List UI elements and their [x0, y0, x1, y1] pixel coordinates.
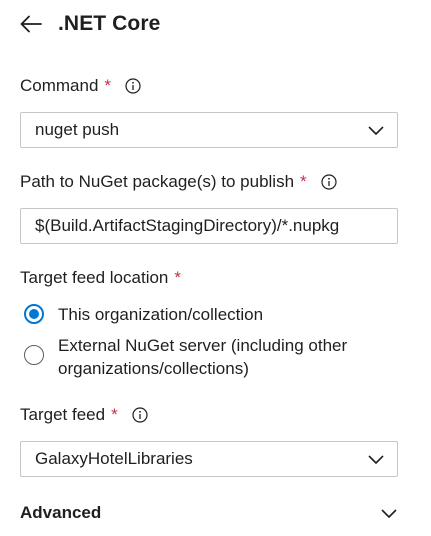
panel-header: .NET Core: [20, 8, 160, 40]
chevron-down-icon: [380, 504, 398, 522]
target-feed-label: Target feed: [20, 405, 106, 424]
required-marker: *: [300, 172, 307, 191]
info-icon[interactable]: [321, 174, 337, 190]
path-input-value: $(Build.ArtifactStagingDirectory)/*.nupk…: [35, 216, 340, 235]
path-input[interactable]: $(Build.ArtifactStagingDirectory)/*.nupk…: [20, 208, 398, 244]
advanced-label: Advanced: [20, 503, 102, 522]
back-arrow-icon: [20, 15, 42, 33]
path-label: Path to NuGet package(s) to publish: [20, 172, 295, 191]
radio-selected[interactable]: [24, 304, 44, 324]
chevron-down-icon: [367, 121, 385, 139]
back-button[interactable]: [20, 10, 48, 38]
command-label: Command: [20, 76, 99, 95]
radio-option-label: External NuGet server (including other o…: [58, 336, 348, 378]
advanced-section-toggle[interactable]: Advanced: [20, 500, 398, 526]
required-marker: *: [111, 405, 118, 424]
target-feed-label-row: Target feed *: [20, 405, 148, 425]
target-location-label: Target feed location: [20, 268, 169, 287]
required-marker: *: [174, 268, 182, 287]
command-label-row: Command *: [20, 76, 141, 96]
radio-option-label: This organization/collection: [58, 305, 264, 324]
info-icon[interactable]: [125, 78, 141, 94]
path-label-row: Path to NuGet package(s) to publish *: [20, 172, 337, 192]
radio-option-this-organization[interactable]: This organization/collection: [24, 303, 378, 326]
target-feed-select[interactable]: GalaxyHotelLibraries: [20, 441, 398, 477]
required-marker: *: [104, 76, 112, 95]
chevron-down-icon: [367, 450, 385, 468]
radio-unselected[interactable]: [24, 345, 44, 365]
radio-option-external-nuget[interactable]: External NuGet server (including other o…: [24, 334, 378, 380]
command-select-value: nuget push: [35, 120, 120, 139]
command-select[interactable]: nuget push: [20, 112, 398, 148]
info-icon[interactable]: [132, 407, 148, 423]
target-location-label-row: Target feed location *: [20, 268, 181, 288]
page-title: .NET Core: [58, 12, 161, 35]
target-feed-select-value: GalaxyHotelLibraries: [35, 449, 193, 468]
